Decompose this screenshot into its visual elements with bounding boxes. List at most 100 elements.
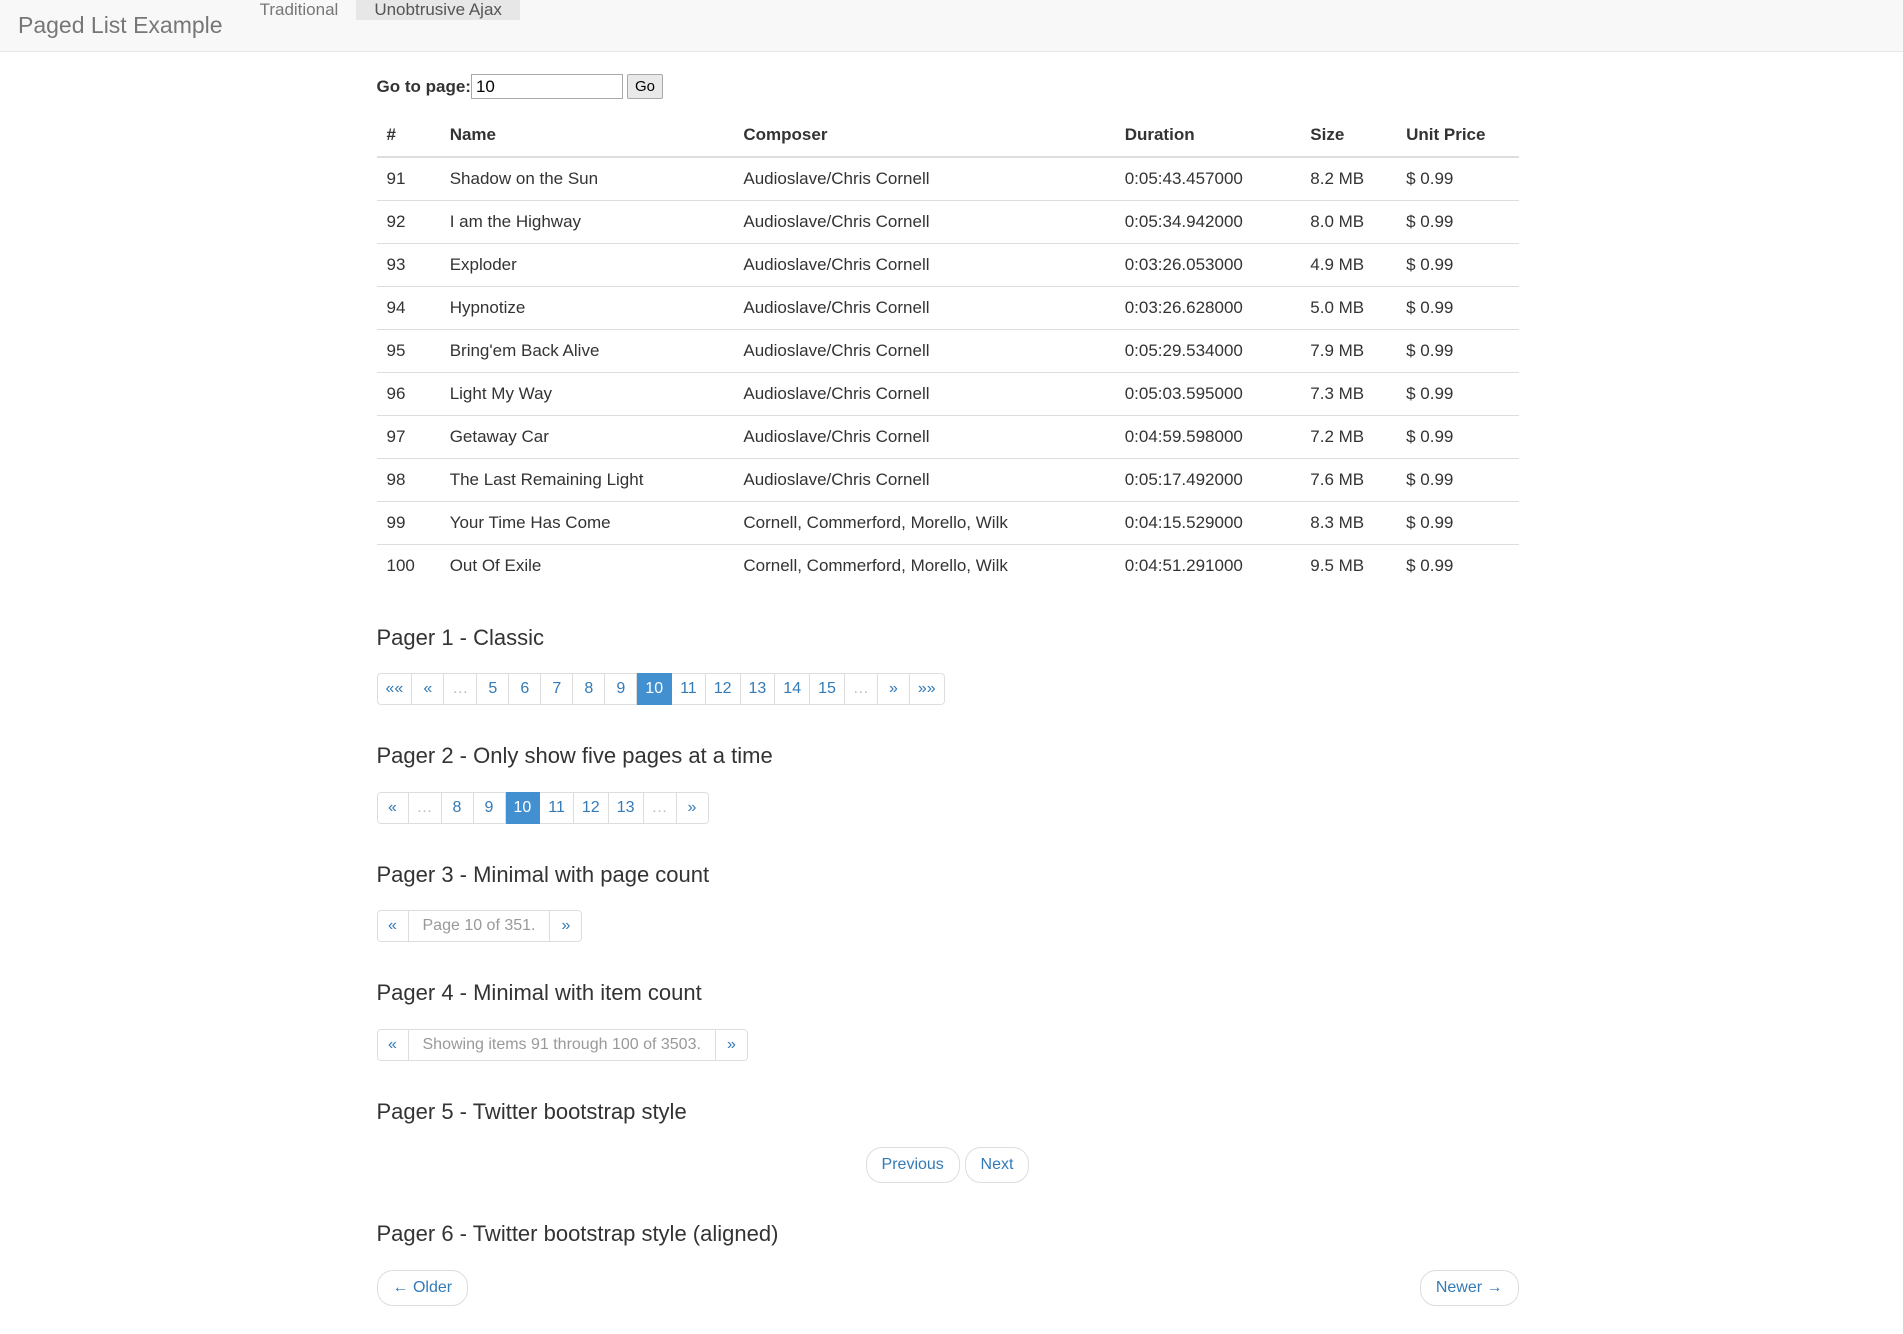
cell-duration: 0:03:26.053000 — [1114, 243, 1301, 287]
goto-page-label: Go to page: — [376, 76, 471, 96]
pagination-1-page-link[interactable]: 6 — [509, 673, 542, 706]
cell-number: 95 — [376, 329, 440, 373]
cell-name: The Last Remaining Light — [439, 458, 734, 502]
cell-duration: 0:03:26.628000 — [1114, 286, 1301, 330]
nav-item-traditional[interactable]: Traditional — [242, 0, 357, 20]
pagination-4-info-text: Showing items 91 through 100 of 3503. — [408, 1028, 716, 1061]
pagination-1-ellipsis: … — [444, 673, 478, 706]
pagination-1-page-link-item: 14 — [775, 673, 811, 706]
top-navbar: Paged List Example Traditional Unobtrusi… — [0, 0, 1903, 52]
pagination-4: «Showing items 91 through 100 of 3503.» — [376, 1028, 748, 1061]
cell-name: Hypnotize — [439, 286, 734, 330]
cell-name: Out Of Exile — [439, 544, 734, 587]
pagination-1-page-link[interactable]: 8 — [573, 673, 606, 706]
pagination-2-page-link[interactable]: « — [376, 791, 409, 824]
go-button[interactable]: Go — [626, 74, 663, 99]
tracks-table-body: 91 Shadow on the Sun Audioslave/Chris Corn… — [376, 157, 1519, 587]
nav-item-traditional-wrap: Traditional — [242, 0, 357, 51]
pagination-1-page-link[interactable]: «« — [376, 673, 413, 706]
pagination-1-page-link-item: 13 — [740, 673, 776, 706]
pagination-1-page-link[interactable]: 14 — [775, 673, 811, 706]
cell-size: 8.2 MB — [1310, 169, 1365, 188]
cell-duration: 0:05:17.492000 — [1114, 458, 1301, 502]
pager-5-previous-item: Previous — [865, 1146, 960, 1184]
pagination-2-page-link[interactable]: 12 — [573, 791, 609, 824]
cell-name: Bring'em Back Alive — [439, 329, 734, 373]
pagination-4-page-link[interactable]: » — [715, 1028, 748, 1061]
cell-composer: Audioslave/Chris Cornell — [743, 169, 930, 188]
cell-unit-price: $ 0.99 — [1396, 372, 1519, 416]
tracks-table-head: # Name Composer Duration Size Unit Price — [376, 115, 1519, 158]
goto-page-input[interactable] — [470, 74, 623, 99]
cell-number: 99 — [376, 501, 440, 545]
pagination-1-page-link[interactable]: 15 — [810, 673, 845, 706]
pager-5-previous-link[interactable]: Previous — [865, 1146, 960, 1184]
pagination-2-page-link[interactable]: 11 — [540, 791, 574, 824]
table-header-row: # Name Composer Duration Size Unit Price — [376, 115, 1519, 158]
pager-1-heading: Pager 1 - Classic — [376, 625, 545, 650]
pagination-2-ellipsis: … — [643, 791, 677, 824]
column-header-composer: Composer — [733, 115, 1115, 158]
pagination-3-page-link[interactable]: » — [550, 910, 583, 943]
column-header-size: Size — [1300, 115, 1397, 158]
pagination-3-info-text-item: Page 10 of 351. — [408, 910, 551, 943]
pager-2-heading: Pager 2 - Only show five pages at a time — [376, 743, 773, 769]
pagination-2-page-link[interactable]: 13 — [608, 791, 644, 824]
cell-number: 98 — [376, 458, 440, 502]
pagination-2-page-link[interactable]: 8 — [441, 791, 474, 824]
pager-4-heading: Pager 4 - Minimal with item count — [376, 980, 702, 1006]
column-header-name: Name — [439, 115, 734, 158]
pagination-2-page-link[interactable]: 9 — [473, 791, 506, 824]
pagination-1-active-page: 10 — [637, 673, 673, 706]
cell-size: 9.5 MB — [1300, 544, 1397, 587]
pagination-1-page-link-item: 12 — [705, 673, 741, 706]
pagination-1-page-link[interactable]: »» — [909, 673, 945, 706]
main-container: Go to page: Go # Name Composer Duration … — [376, 52, 1527, 1334]
pagination-2: «… 8 9 10 11 12 13…» — [376, 791, 709, 824]
cell-size: 7.9 MB — [1300, 329, 1397, 373]
cell-number: 100 — [376, 544, 440, 587]
pagination-4-page-link-item: « — [376, 1028, 409, 1061]
cell-unit-price: $ 0.99 — [1396, 243, 1519, 287]
cell-duration: 0:05:29.534000 — [1114, 329, 1301, 373]
pager-6-older-link[interactable]: ← Older — [376, 1269, 469, 1307]
cell-size: 8.3 MB — [1300, 501, 1397, 545]
cell-unit-price: $ 0.99 — [1396, 200, 1519, 244]
pager-6: ← Older Newer → — [376, 1269, 1519, 1307]
pager-5-next-link[interactable]: Next — [964, 1146, 1030, 1184]
pagination-2-active-page-item: 10 — [505, 791, 541, 824]
pagination-1-page-link[interactable]: 7 — [541, 673, 574, 706]
pagination-1-page-link-item: 7 — [541, 673, 574, 706]
cell-size: 4.9 MB — [1300, 243, 1397, 287]
pagination-2-page-link[interactable]: » — [676, 791, 709, 824]
pagination-1-page-link[interactable]: 11 — [672, 673, 706, 706]
table-row: 95 Bring'em Back Alive Audioslave/Chris Co… — [376, 329, 1519, 373]
table-row: 97 Getaway Car Audioslave/Chris Cornell 0:0… — [376, 415, 1519, 459]
cell-composer: Cornell, Commerford, Morello, Wilk — [733, 501, 1115, 545]
pager-6-older-item: ← Older — [376, 1269, 469, 1307]
cell-composer: Audioslave/Chris Cornell — [733, 200, 1115, 244]
pagination-1-page-link[interactable]: 13 — [740, 673, 776, 706]
pagination-1-page-link[interactable]: » — [877, 673, 910, 706]
column-header-unit-price: Unit Price — [1396, 115, 1519, 158]
cell-size: 5.0 MB — [1300, 286, 1397, 330]
pagination-1-page-link[interactable]: 12 — [705, 673, 741, 706]
table-row: 100 Out Of Exile Cornell, Commerford, More… — [376, 544, 1519, 587]
cell-duration: 0:05:34.942000 — [1114, 200, 1301, 244]
pagination-3-page-link[interactable]: « — [376, 910, 409, 943]
pager-6-newer-link[interactable]: Newer → — [1419, 1269, 1519, 1307]
pagination-1-page-link[interactable]: 5 — [477, 673, 510, 706]
pagination-1-page-link-item: 11 — [672, 673, 706, 706]
pagination-4-page-link[interactable]: « — [376, 1028, 409, 1061]
table-row: 92 I am the Highway Audioslave/Chris Corne… — [376, 200, 1519, 244]
nav-item-unobtrusive-ajax-wrap: Unobtrusive Ajax — [356, 0, 520, 51]
cell-duration: 0:05:03.595000 — [1114, 372, 1301, 416]
nav-item-unobtrusive-ajax[interactable]: Unobtrusive Ajax — [356, 0, 520, 20]
pagination-2-page-link-item: 13 — [608, 791, 644, 824]
navbar-brand[interactable]: Paged List Example — [0, 0, 242, 51]
pagination-1-page-link[interactable]: « — [412, 673, 445, 706]
tracks-table: # Name Composer Duration Size Unit Price… — [376, 115, 1519, 587]
pagination-2-ellipsis: … — [408, 791, 442, 824]
navbar-nav: Traditional Unobtrusive Ajax — [242, 0, 520, 51]
pagination-1-page-link[interactable]: 9 — [605, 673, 638, 706]
